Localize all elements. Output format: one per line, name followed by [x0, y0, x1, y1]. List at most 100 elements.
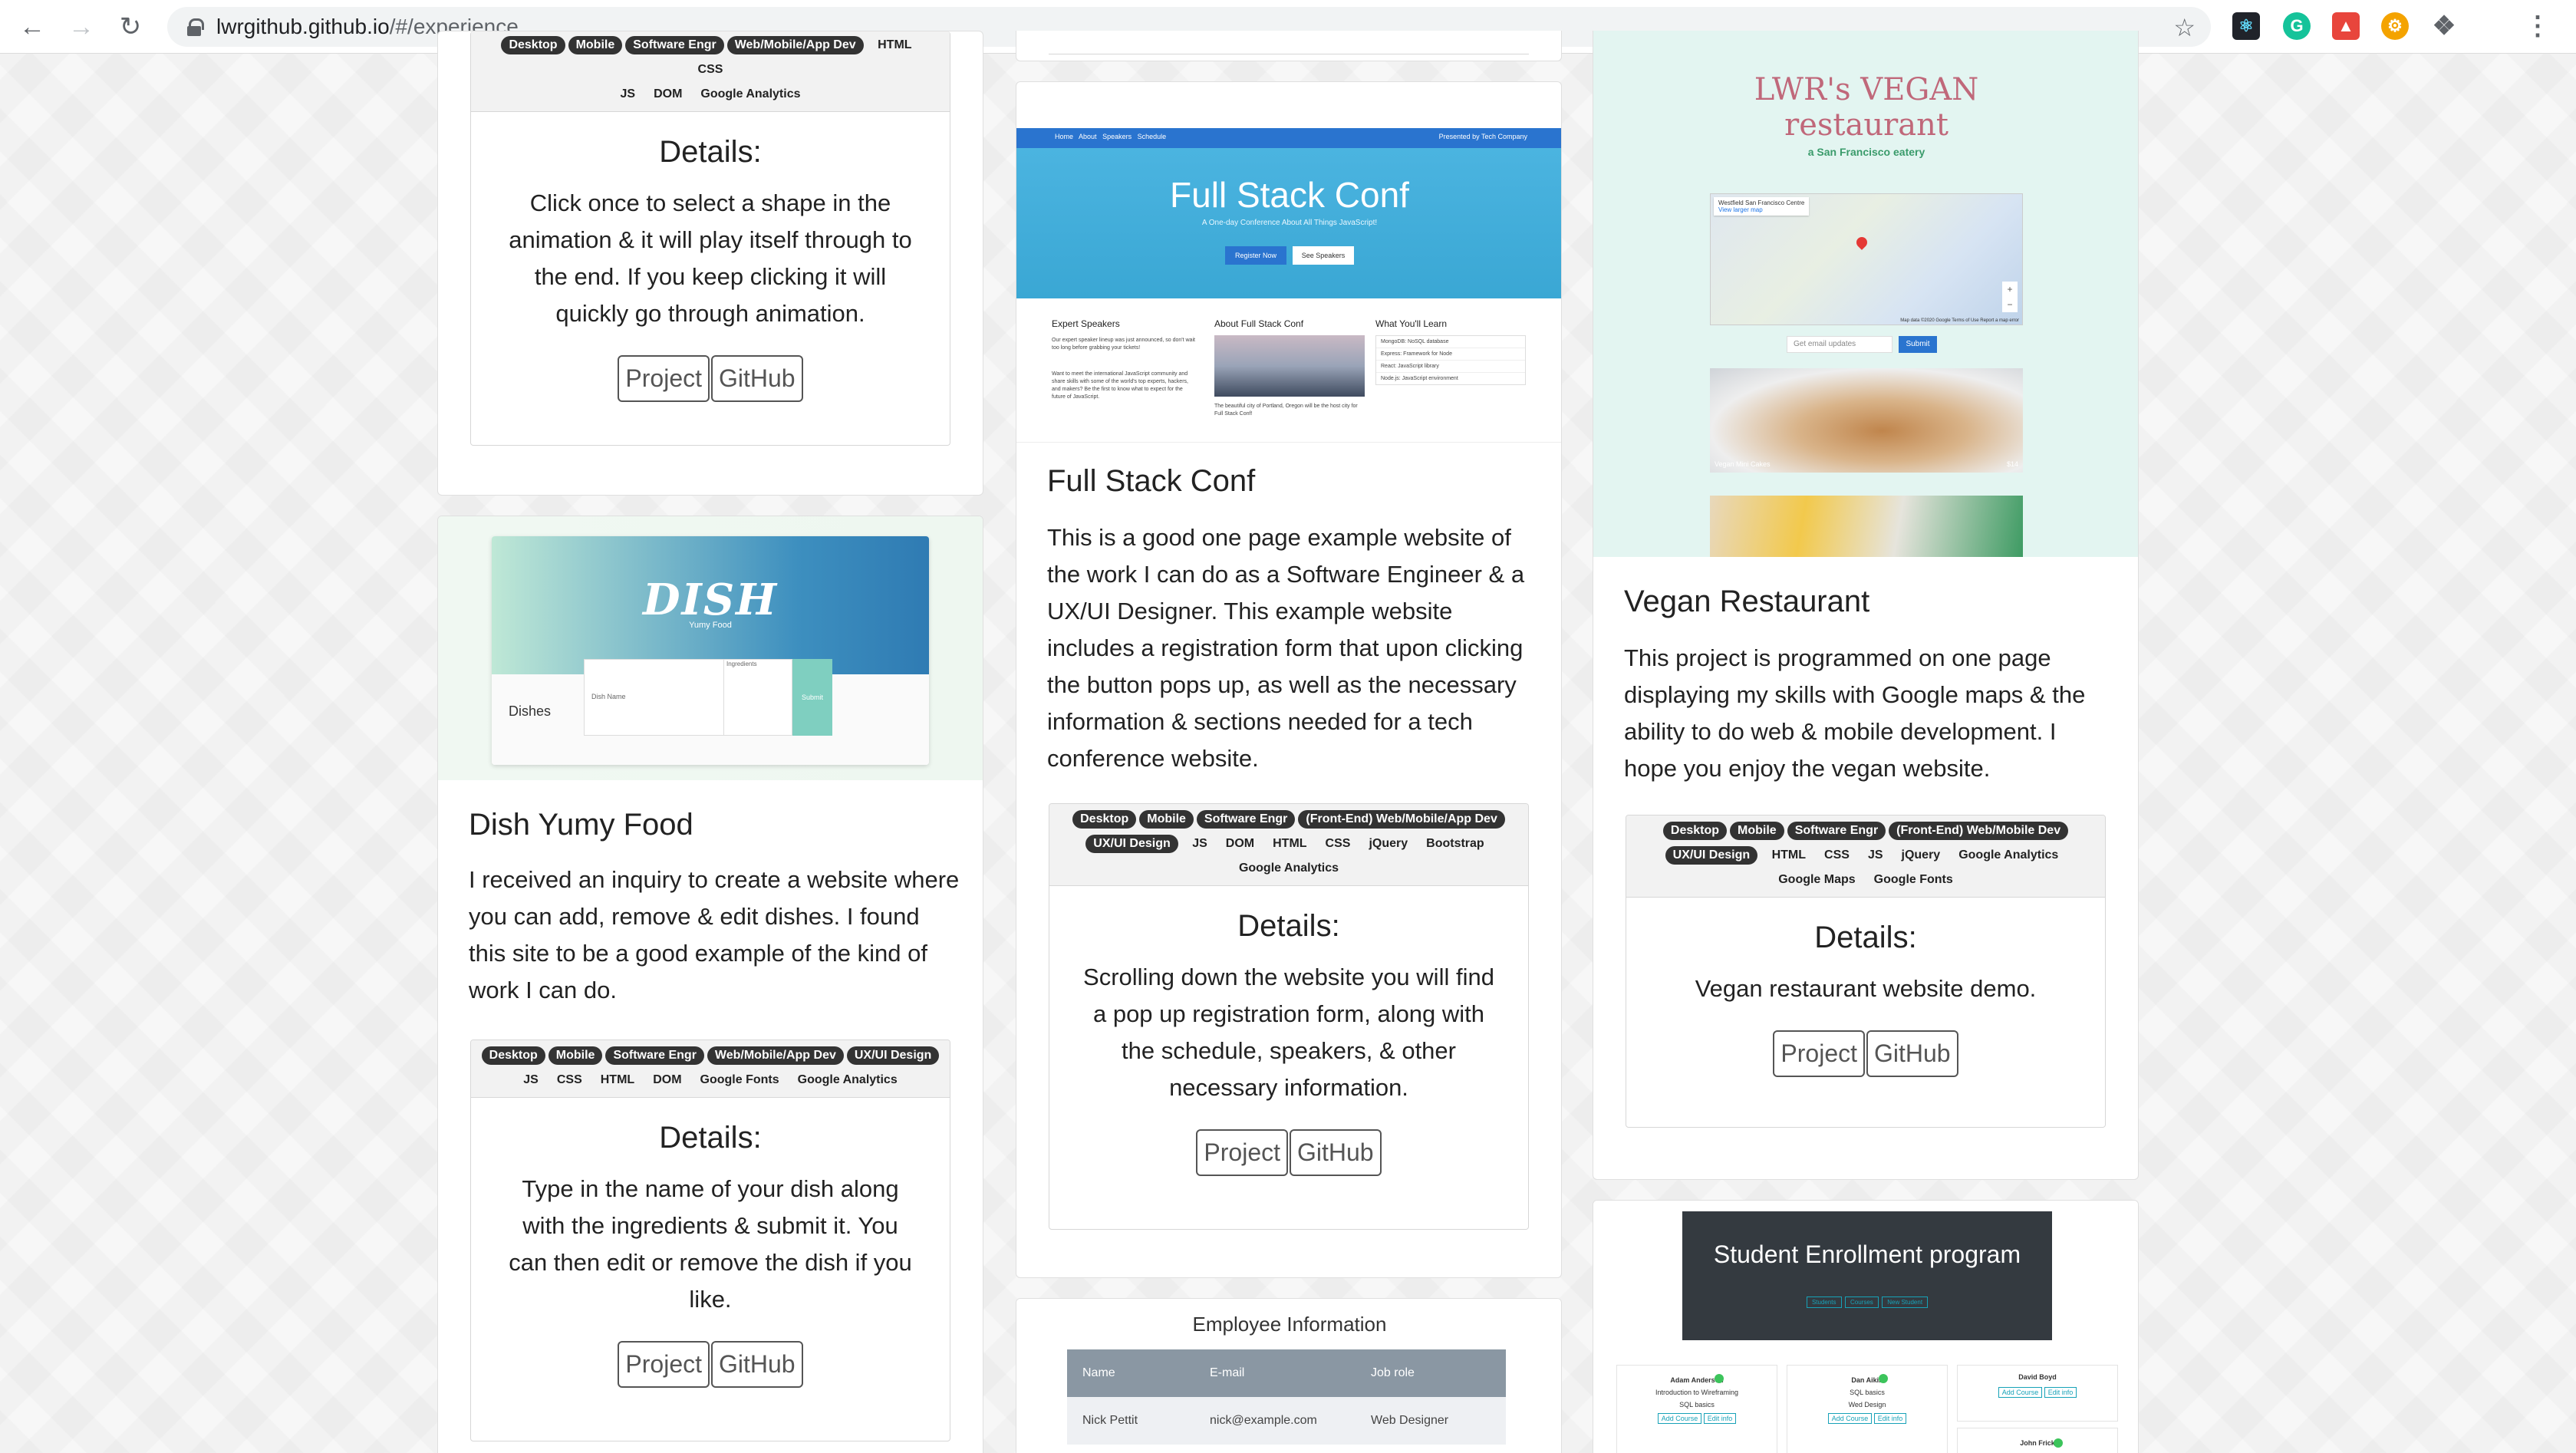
tech-tags: Desktop Mobile Software Engr (Front-End) We…: [1626, 815, 2105, 898]
details-panel: Desktop Mobile Software Engr Web/Mobile/App…: [470, 1040, 950, 1441]
react-devtools-icon[interactable]: ⚛: [2232, 12, 2260, 40]
tag: Bootstrap: [1426, 836, 1484, 850]
tag: DOM: [1225, 836, 1255, 850]
table-header: Name: [1082, 1366, 1115, 1379]
thumb-learn-item: React: JavaScript library: [1376, 361, 1525, 373]
project-card-employee: Employee Information Name E-mail Job rol…: [1016, 1298, 1562, 1453]
lock-icon: [187, 18, 204, 36]
project-button[interactable]: Project: [1196, 1129, 1288, 1176]
fullstack-thumbnail[interactable]: Home About Speakers Schedule Presented b…: [1016, 128, 1561, 443]
map-zoom-icon: + −: [2002, 282, 2018, 312]
extensions-puzzle-icon[interactable]: ❖: [2430, 12, 2458, 41]
tag: Software Engr: [605, 1046, 704, 1065]
browser-menu-icon[interactable]: ⋮: [2524, 12, 2551, 41]
tech-tags: Desktop Mobile Software Engr (Front-End) We…: [1049, 804, 1528, 886]
add-course-thumb: Add Course: [1657, 1413, 1702, 1424]
thumb-nav: Home: [1055, 133, 1074, 140]
tag: JS: [523, 1072, 539, 1086]
project-title: Vegan Restaurant: [1624, 585, 1870, 618]
project-button[interactable]: Project: [618, 1341, 710, 1388]
tag: CSS: [697, 62, 723, 76]
project-button[interactable]: Project: [1773, 1030, 1865, 1077]
tag: HTML: [1771, 848, 1807, 862]
tag: DOM: [653, 1072, 682, 1086]
thumb-col-title: About Full Stack Conf: [1214, 318, 1304, 329]
details-text: Type in the name of your dish along with…: [509, 1175, 912, 1313]
tag: Software Engr: [1787, 821, 1886, 840]
dish-field-label: Dish Name: [591, 693, 626, 700]
student-name: John Frick: [2020, 1439, 2055, 1447]
dish-thumbnail[interactable]: DISH Yumy Food Dishes Dish Name Ingredie…: [438, 516, 983, 780]
employee-thumbnail[interactable]: Employee Information Name E-mail Job rol…: [1016, 1299, 1561, 1453]
tag: Software Engr: [625, 35, 724, 54]
github-button[interactable]: GitHub: [711, 355, 803, 402]
project-title: Full Stack Conf: [1047, 464, 1256, 498]
status-dot-icon: [2054, 1438, 2063, 1448]
tag: CSS: [1824, 848, 1850, 862]
project-button[interactable]: Project: [618, 355, 710, 402]
map-pin-icon: [1854, 235, 1869, 250]
edit-info-thumb: Edit info: [2044, 1387, 2077, 1398]
student-name: Adam Anderson: [1670, 1376, 1724, 1384]
dish-subtitle: Yumy Food: [689, 621, 732, 630]
details-text: Click once to select a shape in the anim…: [509, 189, 912, 327]
thumb-nav: Speakers: [1102, 133, 1132, 140]
tag: Web/Mobile/App Dev: [726, 35, 864, 54]
tech-tags: Desktop Mobile Software Engr Web/Mobile/App…: [471, 1040, 950, 1098]
extension-red-icon[interactable]: ▲: [2332, 12, 2360, 40]
tag: UX/UI Design: [846, 1046, 940, 1065]
table-cell: nick@example.com: [1210, 1414, 1317, 1427]
extension-gear-icon[interactable]: ⚙: [2381, 12, 2409, 40]
bookmark-star-icon[interactable]: ☆: [2173, 13, 2196, 42]
github-button[interactable]: GitHub: [1290, 1129, 1382, 1176]
details-title: Details:: [659, 1121, 762, 1155]
status-dot-icon: [1715, 1374, 1724, 1383]
project-description: This project is programmed on one page d…: [1624, 644, 2086, 782]
tag: CSS: [556, 1072, 582, 1086]
project-card-dish: DISH Yumy Food Dishes Dish Name Ingredie…: [437, 516, 983, 1453]
tag: Google Analytics: [1238, 861, 1339, 875]
tag: CSS: [1325, 836, 1351, 850]
thumb-learn-item: Node.js: JavaScript environment: [1381, 376, 1458, 381]
vegan-thumbnail[interactable]: LWR's VEGAN restaurant a San Francisco e…: [1593, 31, 2138, 557]
thumb-learn-item: MongoDB: NoSQL database: [1376, 336, 1525, 348]
details-title: Details:: [1237, 909, 1340, 943]
project-description: I received an inquiry to create a websit…: [469, 866, 960, 1003]
student-card: John Frick: [1957, 1428, 2118, 1453]
tag: Google Analytics: [700, 87, 801, 100]
tag: Mobile: [1730, 821, 1784, 840]
tag: JS: [1867, 848, 1883, 862]
github-button[interactable]: GitHub: [711, 1341, 803, 1388]
map-footer: Map data ©2020 Google Terms of Use Repor…: [1900, 318, 2019, 323]
map-link: View larger map: [1718, 206, 1763, 213]
details-text: Vegan restaurant website demo.: [1695, 975, 2037, 1002]
thumb-register-btn: Register Now: [1225, 246, 1286, 265]
table-header: E-mail: [1210, 1366, 1245, 1379]
tag: (Front-End) Web/Mobile/App Dev: [1298, 809, 1505, 829]
grammarly-icon[interactable]: G: [2283, 12, 2311, 40]
student-thumbnail[interactable]: Student Enrollment program Students Cour…: [1593, 1201, 2138, 1453]
student-card: David Boyd Add Course Edit info: [1957, 1365, 2118, 1422]
details-panel: Desktop Mobile Software Engr (Front-End) We…: [1049, 803, 1529, 1230]
tag: Desktop: [481, 1046, 545, 1065]
reload-icon[interactable]: ↻: [109, 5, 152, 48]
edit-info-thumb: Edit info: [1873, 1413, 1907, 1424]
food-price: $14: [2006, 460, 2018, 468]
tag: UX/UI Design: [1085, 834, 1178, 853]
table-header: Job role: [1371, 1366, 1415, 1379]
thumb-title: Full Stack Conf: [1170, 175, 1409, 215]
dish-field2-label: Ingredients: [726, 661, 757, 667]
student-name: Dan Aikin: [1851, 1376, 1883, 1384]
github-button[interactable]: GitHub: [1866, 1030, 1958, 1077]
details-text: Scrolling down the website you will find…: [1083, 964, 1494, 1101]
thumb-col-title: What You'll Learn: [1375, 318, 1448, 329]
student-thumb-btn: Courses: [1844, 1296, 1879, 1308]
tag: Mobile: [1139, 809, 1194, 829]
student-card: Adam Anderson Introduction to Wireframin…: [1616, 1365, 1777, 1453]
forward-arrow-icon[interactable]: →: [60, 5, 103, 48]
back-arrow-icon[interactable]: ←: [11, 5, 54, 48]
details-title: Details:: [659, 135, 762, 169]
thumb-tagline: A One-day Conference About All Things Ja…: [1201, 219, 1378, 227]
add-course-thumb: Add Course: [1827, 1413, 1873, 1424]
project-card-vegan: LWR's VEGAN restaurant a San Francisco e…: [1593, 31, 2139, 1180]
